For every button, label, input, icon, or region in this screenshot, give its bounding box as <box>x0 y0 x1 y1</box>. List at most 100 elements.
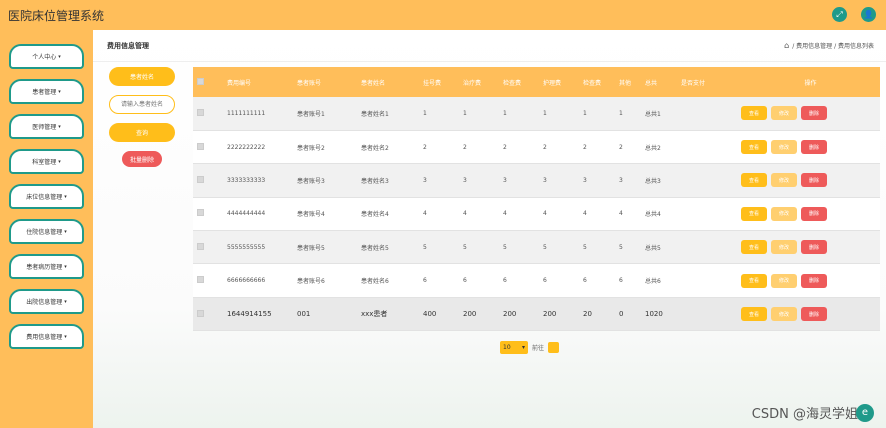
row-actions: 查看 修改 删除 <box>737 197 880 230</box>
table-cell: 患者账号4 <box>297 211 325 219</box>
table-cell: 3 <box>423 176 427 184</box>
row-checkbox[interactable] <box>197 276 204 284</box>
caret-icon: ▾ <box>64 193 67 200</box>
page-number-input[interactable] <box>548 342 560 353</box>
table-cell <box>677 297 737 330</box>
delete-button[interactable]: 删除 <box>801 140 827 155</box>
table-cell: 200 <box>463 310 477 319</box>
fee-table: 费用编号 患者账号 患者姓名 挂号费 治疗费 检查费 护理费 检查费 其他 总共… <box>193 67 880 331</box>
sidebar-item-medical-records[interactable]: 患者病历管理 ▾ <box>9 254 84 279</box>
select-all-checkbox[interactable] <box>197 77 204 85</box>
fullscreen-icon[interactable]: ⤢ <box>832 7 847 22</box>
table-row: 5555555555 患者账号5 患者姓名5 5 5 5 5 5 5 总共5 查看 修改 删除 <box>193 230 880 264</box>
table-cell <box>677 97 737 130</box>
column-header: 治疗费 <box>463 79 482 87</box>
top-icons: ⤢ 👤 <box>832 7 876 22</box>
delete-button[interactable]: 删除 <box>801 240 827 255</box>
table-cell: 患者姓名1 <box>361 110 389 118</box>
sidebar-item-beds[interactable]: 床位信息管理 ▾ <box>9 184 84 209</box>
sidebar-item-admissions[interactable]: 住院信息管理 ▾ <box>9 219 84 244</box>
delete-button[interactable]: 删除 <box>801 206 827 221</box>
delete-button[interactable]: 删除 <box>801 273 827 288</box>
edit-button[interactable]: 修改 <box>771 307 797 322</box>
row-select-cell[interactable] <box>193 264 223 297</box>
home-icon[interactable]: ⌂ <box>784 41 789 50</box>
edit-button[interactable]: 修改 <box>771 273 797 288</box>
row-checkbox[interactable] <box>197 209 204 217</box>
row-select-cell[interactable] <box>193 164 223 197</box>
row-select-cell[interactable] <box>193 297 223 330</box>
batch-delete-button[interactable]: 批量删除 <box>122 151 162 167</box>
sidebar-item-doctors[interactable]: 医师管理 ▾ <box>9 114 84 139</box>
table-cell: 5 <box>619 243 623 251</box>
sidebar-item-label: 住院信息管理 <box>26 229 63 236</box>
table-cell: 4 <box>463 210 467 218</box>
table-cell: 总共6 <box>645 278 661 286</box>
view-button[interactable]: 查看 <box>741 307 767 322</box>
row-actions: 查看 修改 删除 <box>737 297 880 330</box>
table-cell: 6 <box>463 277 467 285</box>
edit-button[interactable]: 修改 <box>771 173 797 188</box>
view-button[interactable]: 查看 <box>741 140 767 155</box>
delete-button[interactable]: 删除 <box>801 307 827 322</box>
row-select-cell[interactable] <box>193 197 223 230</box>
table-cell <box>677 231 737 264</box>
row-checkbox[interactable] <box>197 108 204 116</box>
row-checkbox[interactable] <box>197 175 204 183</box>
row-select-cell[interactable] <box>193 130 223 163</box>
table-cell <box>677 130 737 163</box>
column-header: 护理费 <box>543 79 562 87</box>
column-header: 挂号费 <box>423 79 442 87</box>
search-button[interactable]: 查询 <box>109 123 175 142</box>
view-button[interactable]: 查看 <box>741 240 767 255</box>
row-checkbox[interactable] <box>197 309 204 317</box>
user-icon[interactable]: 👤 <box>861 7 876 22</box>
table-cell: 患者姓名2 <box>361 144 389 152</box>
table-cell: 5555555555 <box>227 243 266 251</box>
table-cell: 总共3 <box>645 177 661 185</box>
row-checkbox[interactable] <box>197 242 204 250</box>
row-actions: 查看 修改 删除 <box>737 97 880 130</box>
page-size-select[interactable]: 10 ▾ <box>500 341 528 354</box>
view-button[interactable]: 查看 <box>741 206 767 221</box>
delete-button[interactable]: 删除 <box>801 173 827 188</box>
table-cell: 6 <box>619 277 623 285</box>
sidebar-item-discharges[interactable]: 出院信息管理 ▾ <box>9 289 84 314</box>
edit-button[interactable]: 修改 <box>771 106 797 121</box>
column-header: 操作 <box>804 79 817 87</box>
patient-name-input[interactable] <box>109 95 175 114</box>
caret-icon: ▾ <box>58 53 61 60</box>
table-cell: 200 <box>543 310 557 319</box>
table-cell: 1 <box>583 109 587 117</box>
breadcrumb-path[interactable]: / 费用信息管理 / 费用信息列表 <box>792 41 874 50</box>
table-cell: 5 <box>463 243 467 251</box>
sidebar-item-label: 患者病历管理 <box>26 264 63 271</box>
sidebar-item-patients[interactable]: 患者管理 ▾ <box>9 79 84 104</box>
table-cell: 5 <box>583 243 587 251</box>
table-cell: 2 <box>463 143 467 151</box>
sidebar-item-personal-center[interactable]: 个人中心 ▾ <box>9 44 84 69</box>
row-checkbox[interactable] <box>197 142 204 150</box>
action-group: 查看 修改 删除 <box>741 106 880 121</box>
edit-button[interactable]: 修改 <box>771 240 797 255</box>
edit-button[interactable]: 修改 <box>771 140 797 155</box>
table-cell: 2222222222 <box>227 143 266 151</box>
view-button[interactable]: 查看 <box>741 273 767 288</box>
row-select-cell[interactable] <box>193 97 223 130</box>
edit-button[interactable]: 修改 <box>771 206 797 221</box>
sidebar: 个人中心 ▾ 患者管理 ▾ 医师管理 ▾ 科室管理 ▾ 床位信息管理 ▾ 住院信息管理 ▾ … <box>0 30 93 428</box>
table-cell: 3 <box>503 176 507 184</box>
row-select-cell[interactable] <box>193 231 223 264</box>
view-button[interactable]: 查看 <box>741 173 767 188</box>
view-button[interactable]: 查看 <box>741 106 767 121</box>
table-row: 3333333333 患者账号3 患者姓名3 3 3 3 3 3 3 总共3 查看 修改 删除 <box>193 163 880 198</box>
select-all-header[interactable] <box>193 67 223 97</box>
column-header: 检查费 <box>503 79 522 87</box>
sidebar-item-departments[interactable]: 科室管理 ▾ <box>9 149 84 174</box>
sidebar-item-fees[interactable]: 费用信息管理 ▾ <box>9 324 84 349</box>
column-header: 费用编号 <box>227 79 252 87</box>
table-cell: 4 <box>503 210 507 218</box>
table-cell: 4 <box>583 210 587 218</box>
delete-button[interactable]: 删除 <box>801 106 827 121</box>
action-group: 查看 修改 删除 <box>741 240 880 255</box>
